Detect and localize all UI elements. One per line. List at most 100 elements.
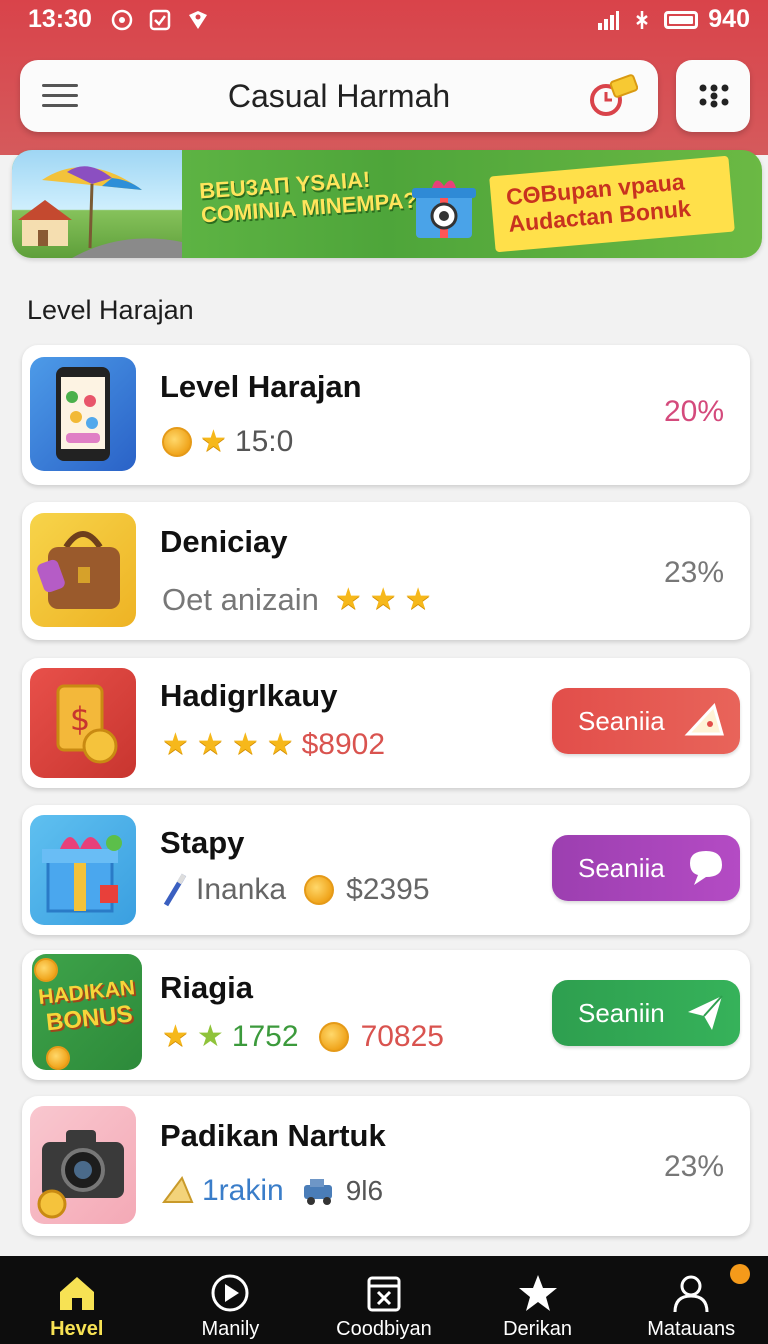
nav-label: Coodbiyan — [336, 1318, 432, 1340]
play-circle-icon — [211, 1274, 249, 1312]
action-button[interactable]: Seaniia — [552, 835, 740, 901]
card-meta: ★ 15:0 — [162, 425, 293, 459]
battery-level: 940 — [708, 5, 750, 33]
coin-icon — [304, 875, 335, 905]
progress-percent: 23% — [663, 1150, 724, 1183]
nav-label: Matauans — [647, 1318, 736, 1340]
check-square-icon — [149, 9, 171, 31]
card-meta-value: $8902 — [301, 728, 386, 761]
nav-item-hevel[interactable]: Hevel — [0, 1256, 154, 1344]
level-card[interactable]: $ Hadigrlkauy ★ ★ ★ ★ $8902 Seaniia — [22, 658, 750, 788]
gift-camera-icon — [412, 180, 476, 238]
action-button-label: Seaniia — [578, 705, 665, 736]
card-meta: ★ ★ ★ ★ $8902 — [162, 728, 385, 762]
action-button-label: Seaniia — [578, 852, 665, 883]
card-title: Padikan Nartuk — [160, 1118, 386, 1153]
bottom-nav: Hevel Manily Coodbiyan Derikan Matauans — [0, 1256, 768, 1344]
battery-icon — [664, 10, 699, 29]
truck-icon — [303, 1179, 332, 1205]
star-icon: ★ — [266, 728, 294, 761]
card-meta: Oet anizain ★ ★ ★ — [162, 582, 432, 618]
action-button[interactable]: Seaniin — [552, 980, 740, 1046]
level-card[interactable]: Level Harajan ★ 15:0 20% — [22, 345, 750, 485]
card-title: Stapy — [160, 825, 245, 860]
star-icon — [518, 1275, 557, 1311]
paper-plane-icon — [688, 995, 723, 1030]
card-meta-value: 15:0 — [234, 425, 294, 458]
bonus-thumbnail: HADIKAN BONUS — [32, 954, 142, 1070]
cheese-wedge-icon — [162, 1176, 194, 1203]
app-title: Casual Harmah — [227, 78, 451, 114]
chat-bubble-icon — [690, 851, 722, 885]
title-bar[interactable]: Casual Harmah — [20, 60, 658, 132]
level-card[interactable]: Stapy Inanka $2395 Seaniia — [22, 805, 750, 935]
card-meta-value: 70825 — [360, 1020, 444, 1053]
user-icon — [673, 1275, 709, 1313]
card-meta: 1rakin 9l6 — [162, 1174, 383, 1208]
card-meta: ★ ★ 1752 70825 — [162, 1020, 444, 1054]
level-card[interactable]: Deniciay Oet anizain ★ ★ ★ 23% — [22, 502, 750, 640]
action-button[interactable]: Seaniia — [552, 688, 740, 754]
nav-label: Hevel — [50, 1318, 104, 1340]
camera-thumbnail — [30, 1106, 136, 1224]
card-meta-value: 9l6 — [345, 1175, 384, 1206]
star-icon: ★ — [196, 728, 224, 761]
timer-ticket-icon[interactable] — [588, 72, 638, 122]
grid-menu-button[interactable] — [676, 60, 750, 132]
level-card[interactable]: HADIKAN BONUS Riagia ★ ★ 1752 70825 Sean… — [22, 950, 750, 1080]
status-bar: 13:30 940 — [0, 0, 768, 40]
card-meta-text: Oet anizain — [162, 582, 319, 617]
coin-icon — [34, 958, 58, 982]
star-icon: ★ — [369, 583, 397, 616]
card-title: Deniciay — [160, 524, 288, 559]
dots-grid-icon — [699, 84, 729, 108]
card-meta: Inanka $2395 — [162, 873, 430, 907]
phone-game-thumbnail — [30, 357, 136, 471]
card-meta-value: $2395 — [346, 873, 430, 906]
promo-banner[interactable]: BEU3AΠ YSAIA! COMINIA MINEMPA? CΘBupan v… — [12, 150, 762, 258]
signal-icon — [598, 10, 620, 30]
star-icon: ★ — [200, 425, 227, 458]
gift-thumbnail — [30, 815, 136, 925]
notification-badge — [729, 1264, 750, 1284]
star-icon: ★ — [162, 1020, 189, 1053]
heart-shield-icon — [189, 11, 207, 29]
bag-thumbnail — [30, 513, 136, 627]
section-title: Level Harajan — [27, 295, 194, 325]
star-icon: ★ — [404, 583, 432, 616]
nav-item-coodbiyan[interactable]: Coodbiyan — [307, 1256, 461, 1344]
level-card[interactable]: Padikan Nartuk 1rakin 9l6 23% — [22, 1096, 750, 1236]
coin-icon — [162, 427, 192, 457]
home-icon — [59, 1277, 94, 1310]
coin-icon — [318, 1022, 349, 1052]
beach-scene-image — [12, 150, 182, 258]
card-meta-text: Inanka — [196, 873, 287, 906]
wifi-icon — [636, 10, 649, 29]
card-meta-text: 1752 — [231, 1020, 299, 1053]
card-title: Riagia — [160, 970, 254, 1005]
card-title: Level Harajan — [160, 369, 362, 404]
card-meta-text: 1rakin — [202, 1174, 284, 1207]
star-icon: ★ — [162, 728, 189, 761]
nav-item-manily[interactable]: Manily — [154, 1256, 308, 1344]
nav-item-derikan[interactable]: Derikan — [461, 1256, 615, 1344]
coin-icon — [46, 1046, 70, 1070]
star-icon: ★ — [231, 728, 259, 761]
nav-label: Derikan — [503, 1318, 573, 1340]
star-green-icon: ★ — [196, 1020, 224, 1053]
banner-left-text: BEU3AΠ YSAIA! COMINIA MINEMPA? — [199, 165, 418, 228]
action-button-label: Seaniin — [578, 997, 665, 1028]
circle-dot-icon — [111, 9, 133, 31]
nav-label: Manily — [201, 1318, 260, 1340]
money-thumbnail: $ — [30, 668, 136, 778]
calendar-x-icon — [367, 1276, 401, 1312]
svg-text:$: $ — [70, 700, 90, 738]
status-time: 13:30 — [28, 5, 92, 33]
pencil-icon — [163, 873, 187, 907]
progress-percent: 23% — [663, 556, 724, 589]
pizza-slice-icon — [684, 703, 724, 736]
card-title: Hadigrlkauy — [160, 678, 338, 713]
star-icon: ★ — [334, 583, 362, 616]
nav-item-matauans[interactable]: Matauans — [614, 1256, 768, 1344]
progress-percent: 20% — [663, 395, 724, 428]
